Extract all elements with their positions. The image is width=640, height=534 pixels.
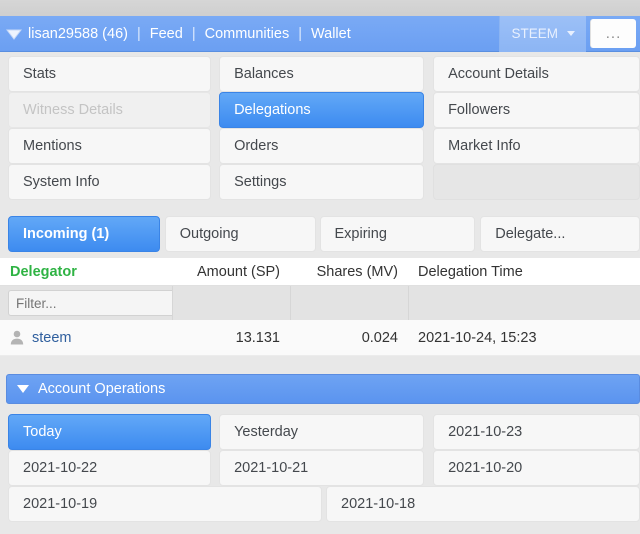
delegation-tabs: Incoming (1) Outgoing Expiring Delegate.…	[0, 216, 640, 254]
menu-item-placeholder	[433, 164, 640, 200]
menu-item-orders[interactable]: Orders	[219, 128, 425, 164]
date-item-2021-10-20[interactable]: 2021-10-20	[433, 450, 640, 486]
chevron-down-icon	[567, 31, 575, 36]
caret-down-icon[interactable]	[0, 28, 28, 40]
tab-incoming[interactable]: Incoming (1)	[8, 216, 160, 252]
filter-cell-delegation-time	[408, 286, 640, 320]
caret-down-icon	[17, 385, 29, 393]
column-header-delegation-time[interactable]: Delegation Time	[408, 264, 640, 280]
menu-item-witness-details: Witness Details	[8, 92, 212, 128]
table-body: steem 13.131 0.024 2021-10-24, 15:23	[0, 320, 640, 356]
date-row: 2021-10-22 2021-10-21 2021-10-20	[0, 450, 640, 486]
date-item-yesterday[interactable]: Yesterday	[219, 414, 425, 450]
currency-select[interactable]: STEEM	[499, 15, 586, 52]
menu-item-stats[interactable]: Stats	[8, 56, 212, 92]
menu-item-system-info[interactable]: System Info	[8, 164, 212, 200]
filter-cell-shares	[290, 286, 408, 320]
currency-select-label: STEEM	[511, 26, 558, 41]
menu-item-market-info[interactable]: Market Info	[433, 128, 640, 164]
menu-item-mentions[interactable]: Mentions	[8, 128, 212, 164]
menu-item-followers[interactable]: Followers	[433, 92, 640, 128]
nav-separator-3: |	[298, 25, 302, 42]
tab-delegate[interactable]: Delegate...	[480, 216, 640, 252]
column-header-delegator[interactable]: Delegator	[0, 264, 172, 280]
date-item-2021-10-21[interactable]: 2021-10-21	[219, 450, 425, 486]
browser-top-strip	[0, 0, 640, 16]
menu-row: Stats Balances Account Details	[0, 56, 640, 92]
cell-amount-sp: 13.131	[235, 329, 280, 346]
account-operations-title: Account Operations	[38, 381, 166, 397]
account-operations-header[interactable]: Account Operations	[6, 374, 640, 404]
column-header-amount[interactable]: Amount (SP)	[172, 264, 290, 280]
more-menu-button[interactable]: ...	[590, 18, 636, 48]
menu-item-balances[interactable]: Balances	[219, 56, 425, 92]
nav-username[interactable]: lisan29588 (46)	[28, 26, 128, 42]
cell-delegator: steem	[0, 330, 172, 346]
account-menu-grid: Stats Balances Account Details Witness D…	[0, 56, 640, 200]
menu-row: Mentions Orders Market Info	[0, 128, 640, 164]
date-item-2021-10-18[interactable]: 2021-10-18	[326, 486, 640, 522]
nav-links: lisan29588 (46) | Feed | Communities | W…	[28, 26, 351, 42]
app-window: lisan29588 (46) | Feed | Communities | W…	[0, 0, 640, 534]
menu-item-delegations[interactable]: Delegations	[219, 92, 425, 128]
date-item-2021-10-22[interactable]: 2021-10-22	[8, 450, 212, 486]
menu-item-settings[interactable]: Settings	[219, 164, 425, 200]
nav-link-wallet[interactable]: Wallet	[311, 26, 351, 42]
nav-link-communities[interactable]: Communities	[205, 26, 290, 42]
date-item-2021-10-23[interactable]: 2021-10-23	[433, 414, 640, 450]
date-row: 2021-10-19 2021-10-18	[0, 486, 640, 522]
nav-separator-2: |	[191, 25, 196, 42]
date-row: Today Yesterday 2021-10-23	[0, 414, 640, 450]
nav-link-feed[interactable]: Feed	[150, 26, 183, 42]
filter-cell-amount	[172, 286, 290, 320]
delegator-link[interactable]: steem	[32, 330, 72, 346]
table-header-row: Delegator Amount (SP) Shares (MV) Delega…	[0, 258, 640, 286]
navbar-right-controls: STEEM ...	[499, 15, 640, 52]
nav-separator-1: |	[136, 25, 141, 42]
tab-expiring[interactable]: Expiring	[319, 216, 476, 252]
filter-cell-delegator	[0, 286, 201, 320]
menu-row: System Info Settings	[0, 164, 640, 200]
delegations-table: Delegator Amount (SP) Shares (MV) Delega…	[0, 258, 640, 356]
tab-outgoing[interactable]: Outgoing	[164, 216, 316, 252]
cell-shares-mv: 0.024	[361, 329, 398, 346]
operations-date-grid: Today Yesterday 2021-10-23 2021-10-22 20…	[0, 414, 640, 522]
cell-delegation-time: 2021-10-24, 15:23	[418, 329, 537, 346]
table-filter-row	[0, 286, 640, 320]
menu-row: Witness Details Delegations Followers	[0, 92, 640, 128]
date-item-today[interactable]: Today	[8, 414, 212, 450]
date-item-2021-10-19[interactable]: 2021-10-19	[8, 486, 322, 522]
menu-item-account-details[interactable]: Account Details	[433, 56, 640, 92]
person-icon	[10, 330, 24, 345]
table-row[interactable]: steem 13.131 0.024 2021-10-24, 15:23	[0, 320, 640, 356]
main-navbar: lisan29588 (46) | Feed | Communities | W…	[0, 15, 640, 52]
column-header-shares[interactable]: Shares (MV)	[290, 264, 408, 280]
